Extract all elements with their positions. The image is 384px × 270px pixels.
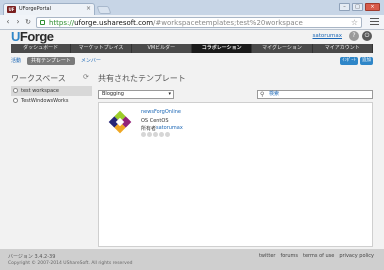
workspace-item-label: TestWindowsWorks: [21, 98, 69, 104]
browser-tab[interactable]: UF UForgePortal ×: [3, 3, 95, 15]
subnav-shared-templates[interactable]: 共有テンプレート: [27, 57, 75, 65]
import-button[interactable]: ｲﾝﾎﾟｰﾄ: [340, 57, 358, 65]
template-owner-label: 所有者: [141, 126, 157, 132]
footer-link-privacy[interactable]: privacy policy: [339, 253, 374, 259]
footer-link-terms[interactable]: terms of use: [303, 253, 334, 259]
rating-star-icon[interactable]: [153, 132, 158, 137]
footer-link-twitter[interactable]: twitter: [259, 253, 276, 259]
add-button[interactable]: 追加: [360, 57, 373, 65]
power-icon[interactable]: ⏻: [362, 31, 372, 41]
footer-links: twitter forums terms of use privacy poli…: [259, 253, 374, 259]
nav-item[interactable]: ダッシュボード: [11, 44, 72, 53]
tab-title: UForgePortal: [19, 6, 51, 12]
template-search[interactable]: ⚲ 検索: [257, 90, 373, 99]
template-owner-link[interactable]: satorumax: [156, 125, 183, 131]
radio-icon[interactable]: [13, 98, 18, 103]
nav-item[interactable]: マイグレーション: [252, 44, 313, 53]
nav-item[interactable]: コラボレーション: [191, 44, 253, 53]
category-select[interactable]: Blogging ▾: [98, 90, 174, 99]
browser-menu-icon[interactable]: [370, 18, 379, 26]
url-path: /#workspacetemplates;test%20workspace: [153, 19, 303, 27]
url-text: https://uforge.usharesoft.com/#workspace…: [49, 18, 303, 28]
lock-icon: [40, 20, 45, 25]
template-name-link[interactable]: newsForgOnline: [141, 109, 181, 115]
subnav-activity[interactable]: 活動: [11, 57, 21, 65]
template-os: OS CentOS: [141, 118, 169, 124]
nav-item[interactable]: マイアカウント: [313, 44, 373, 53]
chevron-down-icon: ▾: [168, 91, 171, 97]
centos-logo-icon: [103, 108, 137, 136]
rating-star-icon[interactable]: [159, 132, 164, 137]
footer-link-forums[interactable]: forums: [280, 253, 298, 259]
main-nav: ダッシュボード マーケットプレイス VMビルダー コラボレーション マイグレーション マイ…: [11, 44, 373, 53]
address-bar[interactable]: https://uforge.usharesoft.com/#workspace…: [36, 17, 362, 28]
browser-chrome: UF UForgePortal × – □ × ‹ › ↻ https://uf…: [0, 0, 384, 30]
uforge-logo[interactable]: UForge: [11, 30, 54, 43]
logo-text: Forge: [19, 29, 54, 44]
rating-star-icon[interactable]: [165, 132, 170, 137]
template-card[interactable]: newsForgOnline OS CentOS 所有者 satorumax: [101, 106, 205, 144]
logo-u: U: [11, 29, 20, 44]
category-select-value: Blogging: [102, 91, 124, 97]
nav-item[interactable]: VMビルダー: [132, 44, 192, 53]
maximize-button[interactable]: □: [352, 3, 363, 11]
username-link[interactable]: satorumax: [313, 33, 343, 39]
workspace-settings-icon[interactable]: ⟳: [83, 74, 89, 81]
help-icon[interactable]: ?: [349, 31, 359, 41]
url-scheme: https://: [49, 19, 75, 27]
workspaces-title: ワークスペース: [11, 74, 66, 83]
tab-close-icon[interactable]: ×: [86, 5, 91, 13]
reload-icon[interactable]: ↻: [23, 17, 33, 27]
rating-stars[interactable]: [141, 132, 170, 137]
nav-item[interactable]: マーケットプレイス: [71, 44, 132, 53]
back-icon[interactable]: ‹: [3, 17, 13, 27]
copyright-text: Copyright © 2007-2014 UShareSoft. All ri…: [8, 261, 133, 266]
search-placeholder: 検索: [269, 91, 280, 97]
search-icon: ⚲: [260, 91, 265, 98]
workspace-item[interactable]: TestWindowsWorks: [11, 96, 92, 106]
minimize-button[interactable]: –: [339, 3, 350, 11]
window-controls: – □ ×: [339, 3, 380, 11]
sub-nav: 活動 共有テンプレート メンバー: [11, 57, 101, 65]
template-panel: newsForgOnline OS CentOS 所有者 satorumax: [98, 102, 373, 247]
favicon-icon: UF: [7, 6, 16, 13]
forward-icon[interactable]: ›: [13, 17, 23, 27]
window-close-button[interactable]: ×: [365, 3, 380, 11]
workspace-list: test workspace TestWindowsWorks: [11, 86, 92, 106]
subnav-members[interactable]: メンバー: [81, 57, 101, 65]
browser-toolbar: ‹ › ↻ https://uforge.usharesoft.com/#wor…: [0, 15, 384, 30]
workspace-item[interactable]: test workspace: [11, 86, 92, 96]
workspace-item-label: test workspace: [21, 88, 59, 94]
app-body: UForge satorumax ? ⏻ ダッシュボード マーケットプレイス VMビ…: [0, 30, 384, 270]
new-tab-button[interactable]: [96, 6, 112, 14]
rating-star-icon[interactable]: [141, 132, 146, 137]
radio-icon[interactable]: [13, 88, 18, 93]
url-host: uforge.usharesoft.com: [74, 19, 154, 27]
shared-templates-title: 共有されたテンプレート: [98, 74, 186, 83]
footer: バージョン 3.4.2-39 Copyright © 2007-2014 USh…: [0, 249, 384, 270]
version-text: バージョン 3.4.2-39: [8, 254, 56, 260]
rating-star-icon[interactable]: [147, 132, 152, 137]
bookmark-star-icon[interactable]: ☆: [351, 18, 358, 28]
